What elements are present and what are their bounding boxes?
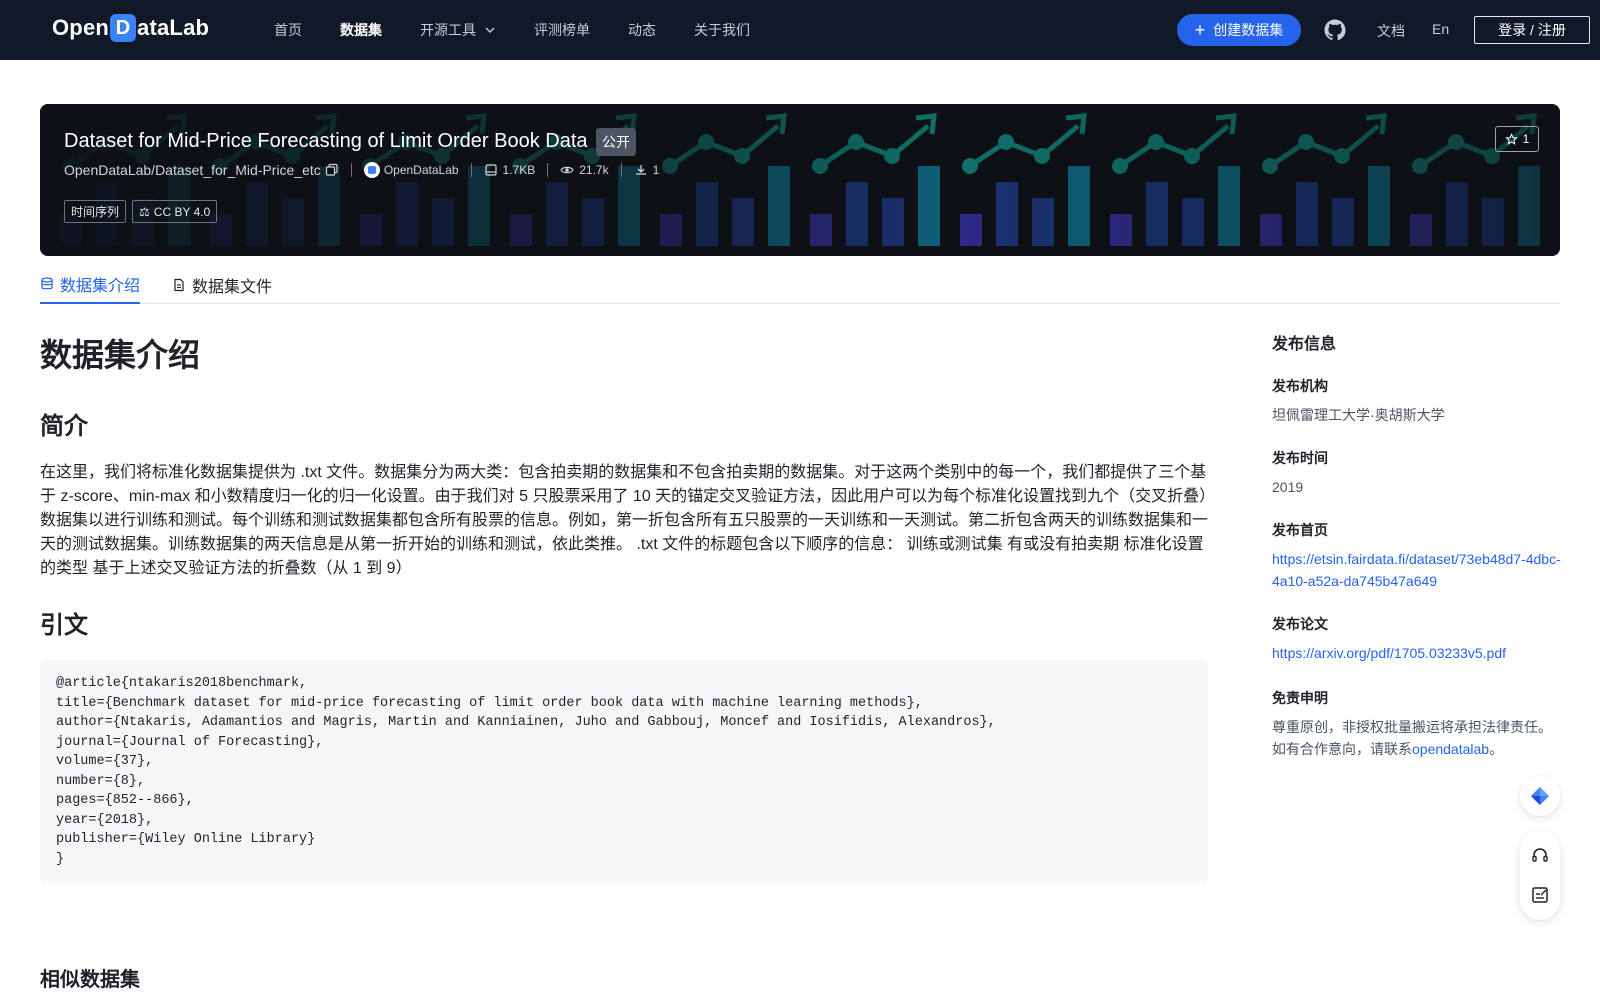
- floating-tools: [1520, 830, 1560, 920]
- nav-item-home[interactable]: 首页: [274, 20, 302, 40]
- nav-item-label: 首页: [274, 22, 302, 38]
- headset-icon[interactable]: [1530, 846, 1550, 866]
- tab-dataset-files[interactable]: 数据集文件: [172, 266, 272, 304]
- divider: [470, 163, 472, 177]
- plus-icon: +: [1194, 20, 1206, 40]
- star-count: 1: [1522, 132, 1530, 146]
- dataset-tags: 时间序列 ⚖ CC BY 4.0: [64, 200, 223, 223]
- homepage-label: 发布首页: [1272, 522, 1328, 538]
- nav-item-open-tools[interactable]: 开源工具: [420, 20, 496, 40]
- divider: [547, 163, 549, 177]
- nav-item-label: 数据集: [340, 22, 382, 38]
- tag-label: CC BY 4.0: [153, 204, 211, 219]
- publish-info-title: 发布信息: [1272, 336, 1337, 353]
- download-icon: [635, 165, 646, 175]
- similar-datasets-heading: 相似数据集: [40, 969, 140, 991]
- floating-assistant-button[interactable]: [1520, 776, 1560, 816]
- tag-time-series[interactable]: 时间序列: [64, 200, 127, 223]
- dataset-intro-content: 数据集介绍 简介 在这里，我们将标准化数据集提供为 .txt 文件。数据集分为两…: [40, 330, 1208, 883]
- eye-icon: [560, 166, 574, 174]
- publisher-label: 发布机构: [1272, 378, 1328, 394]
- paper-label: 发布论文: [1272, 616, 1328, 632]
- star-button[interactable]: 1: [1495, 126, 1539, 152]
- dataset-meta: OpenDataLab/Dataset_for_Mid-Price_etc Op…: [64, 162, 659, 178]
- citation-heading: 引文: [40, 612, 88, 639]
- nav-item-label: 动态: [628, 22, 656, 38]
- banner-background-illustration: [40, 104, 1560, 256]
- star-icon: [1504, 132, 1518, 145]
- nav-item-datasets[interactable]: 数据集: [340, 20, 382, 40]
- top-navigation: Open D ataLab 首页 数据集 开源工具 评测榜单 动态 关于我们 +…: [0, 0, 1600, 60]
- banner-fade-overlay: [40, 104, 1560, 256]
- tab-dataset-intro[interactable]: 数据集介绍: [40, 266, 140, 304]
- diamond-logo-icon: [1531, 787, 1549, 805]
- tag-license[interactable]: ⚖ CC BY 4.0: [132, 200, 218, 223]
- divider: [620, 163, 622, 177]
- nav-menu: 首页 数据集 开源工具 评测榜单 动态 关于我们: [274, 0, 788, 60]
- nav-item-about[interactable]: 关于我们: [694, 20, 750, 40]
- nav-item-label: 关于我们: [694, 22, 750, 38]
- repo-path: OpenDataLab/Dataset_for_Mid-Price_etc: [64, 162, 321, 178]
- visibility-badge: 公开: [596, 128, 636, 156]
- nav-item-leaderboard[interactable]: 评测榜单: [534, 20, 590, 40]
- nav-item-label: 开源工具: [420, 22, 476, 38]
- file-icon: [174, 278, 184, 292]
- nav-item-news[interactable]: 动态: [628, 20, 656, 40]
- language-switch[interactable]: En: [1432, 21, 1449, 37]
- summary-heading: 简介: [40, 413, 88, 440]
- create-dataset-label: 创建数据集: [1213, 22, 1284, 38]
- homepage-link[interactable]: https://etsin.fairdata.fi/dataset/73eb48…: [1272, 548, 1562, 592]
- copy-icon[interactable]: [325, 163, 339, 177]
- dataset-tabs: 数据集介绍 数据集文件: [40, 266, 1560, 304]
- summary-text: 在这里，我们将标准化数据集提供为 .txt 文件。数据集分为两大类：包含拍卖期的…: [40, 464, 1209, 577]
- paper-link[interactable]: https://arxiv.org/pdf/1705.03233v5.pdf: [1272, 642, 1562, 664]
- dataset-size: 1.7KB: [502, 163, 536, 177]
- feedback-edit-icon[interactable]: [1530, 885, 1550, 905]
- nav-docs-link[interactable]: 文档: [1377, 21, 1405, 41]
- database-icon: [41, 277, 53, 290]
- dataset-title: Dataset for Mid-Price Forecasting of Lim…: [64, 130, 588, 152]
- publish-time-label: 发布时间: [1272, 450, 1328, 466]
- chevron-down-icon: [485, 27, 495, 33]
- org-name[interactable]: OpenDataLab: [384, 163, 459, 177]
- nav-item-label: 评测榜单: [534, 22, 590, 38]
- tab-label: 数据集介绍: [60, 278, 141, 295]
- create-dataset-button[interactable]: + 创建数据集: [1177, 14, 1301, 46]
- publish-info-sidebar: 发布信息 发布机构 坦佩雷理工大学·奥胡斯大学 发布时间 2019 发布首页 h…: [1272, 330, 1562, 760]
- dataset-header-banner: Dataset for Mid-Price Forecasting of Lim…: [40, 104, 1560, 256]
- logo[interactable]: Open D ataLab: [52, 14, 209, 42]
- logo-text-open: Open: [52, 15, 110, 40]
- publish-time-value: 2019: [1272, 479, 1304, 495]
- tag-label: 时间序列: [71, 205, 120, 219]
- disclaimer-text: 尊重原创，非授权批量搬运将承担法律责任。如有合作意向，请联系opendatala…: [1272, 716, 1562, 760]
- github-icon[interactable]: [1323, 18, 1347, 42]
- contact-link[interactable]: opendatalab: [1412, 741, 1489, 757]
- tab-label: 数据集文件: [192, 279, 273, 296]
- download-count: 1: [652, 163, 660, 177]
- citation-code-block: @article{ntakaris2018benchmark, title={B…: [40, 660, 1208, 883]
- scale-icon: ⚖: [139, 204, 150, 219]
- divider: [350, 163, 352, 177]
- logo-text-datalab: ataLab: [137, 15, 210, 40]
- intro-page-heading: 数据集介绍: [40, 337, 201, 373]
- disk-size-icon: [484, 164, 497, 176]
- login-register-button[interactable]: 登录 / 注册: [1474, 16, 1590, 44]
- publisher-value: 坦佩雷理工大学·奥胡斯大学: [1272, 407, 1445, 423]
- view-count: 21.7k: [579, 163, 609, 177]
- logo-mark: D: [110, 14, 137, 42]
- disclaimer-label: 免责申明: [1272, 690, 1328, 706]
- disclaimer-text-end: 。: [1489, 741, 1504, 757]
- org-avatar-icon: [363, 162, 380, 178]
